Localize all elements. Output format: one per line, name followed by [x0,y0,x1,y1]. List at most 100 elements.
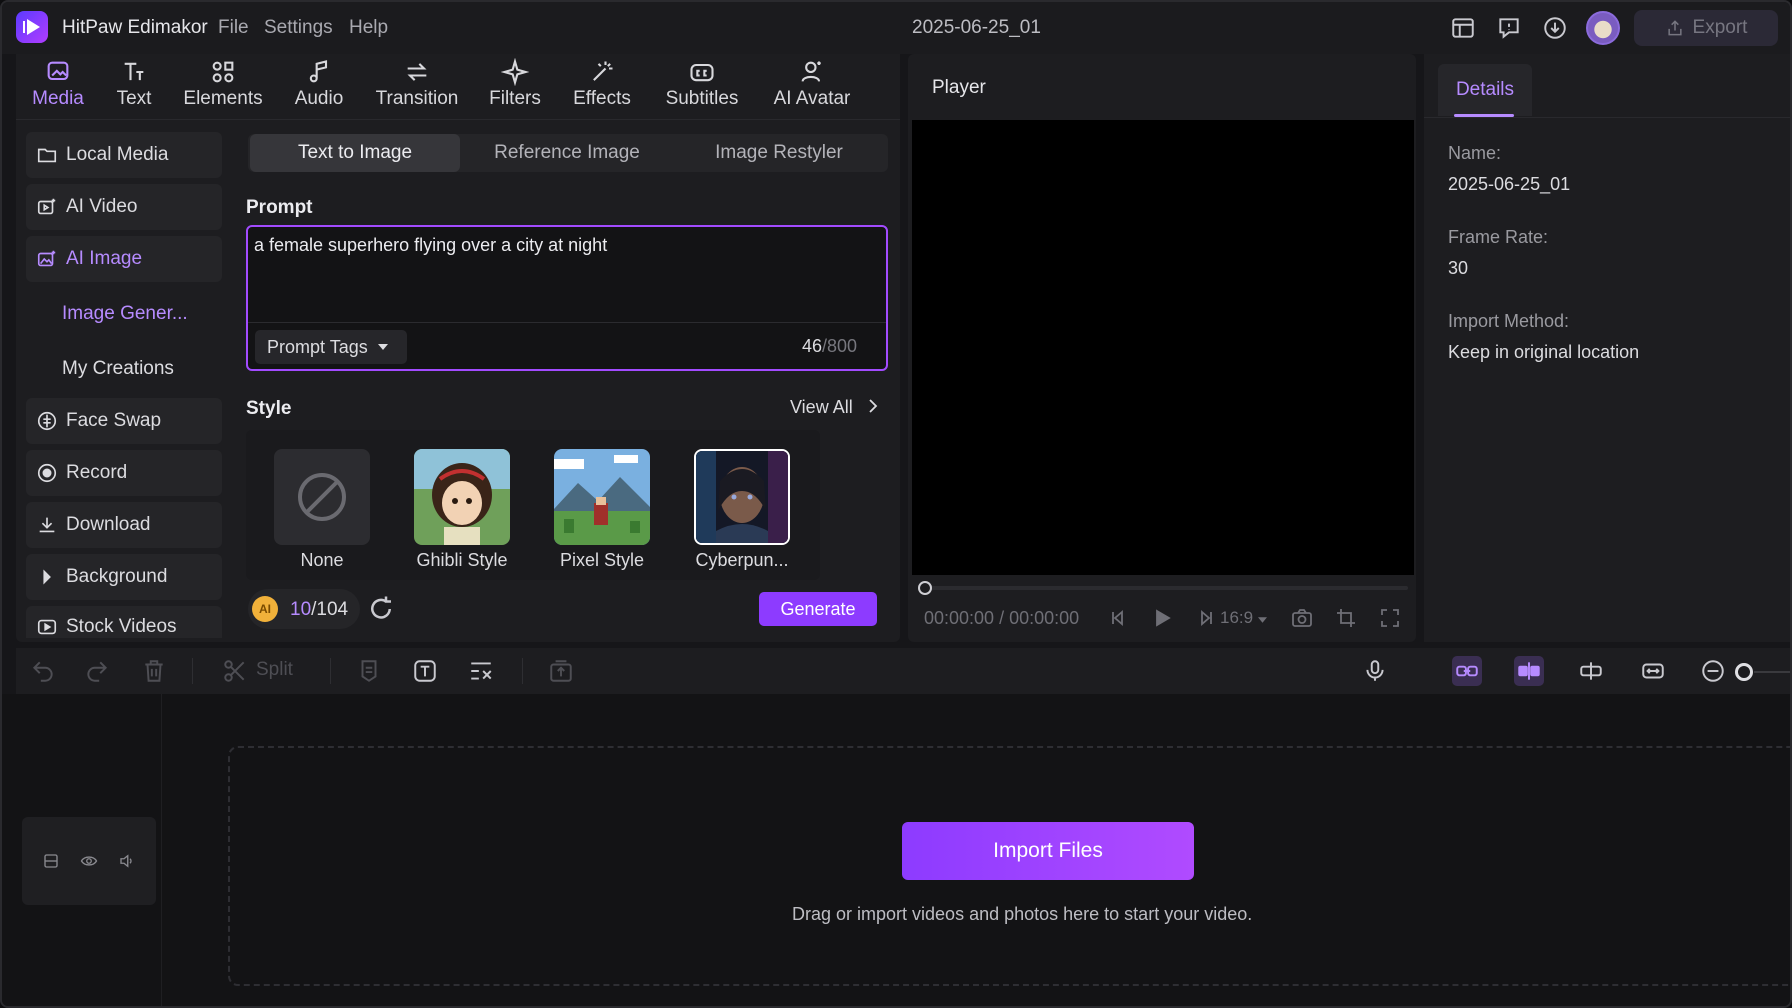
track-visibility-icon[interactable] [80,852,98,875]
import-files-button[interactable]: Import Files [902,822,1194,880]
zoom-slider-track[interactable] [1754,671,1790,673]
name-label: Name: [1448,143,1502,163]
prompt-tags-label: Prompt Tags [267,336,368,357]
prompt-tags-dropdown[interactable]: Prompt Tags [255,330,407,364]
aspect-ratio-select[interactable]: 16:9 [1220,608,1267,628]
tab-audio[interactable]: Audio [288,58,350,116]
style-none-card[interactable] [274,449,370,545]
style-cyberpunk-card[interactable] [694,449,790,545]
prompt-label: Prompt [246,197,313,218]
prompt-char-max: /800 [822,336,858,356]
menu-help[interactable]: Help [349,17,388,39]
subtab-text-to-image[interactable]: Text to Image [250,134,460,172]
app-name: HitPaw Edimakor [62,17,208,38]
prompt-char-count: 46 [802,336,823,356]
tab-media[interactable]: Media [26,58,90,116]
redo-icon[interactable] [82,656,112,686]
sidebar-item-my-creations[interactable]: My Creations [62,358,174,380]
menu-settings[interactable]: Settings [264,17,333,39]
snapshot-icon[interactable] [1290,606,1314,630]
split-label[interactable]: Split [256,659,293,681]
subtitles-icon [690,63,714,82]
player-current-time: 00:00:00 [924,608,995,628]
tab-media-label: Media [32,88,84,109]
frame-rate-value: 30 [1448,258,1469,278]
divider [522,658,523,684]
sidebar-item-image-generator[interactable]: Image Gener... [62,303,188,325]
sidebar-item-download[interactable]: Download [26,502,222,548]
drop-hint-text: Drag or import videos and photos here to… [792,904,1253,924]
layout-icon[interactable] [1448,14,1478,42]
prev-frame-icon[interactable] [1106,606,1130,630]
zoom-out-icon[interactable] [1698,656,1728,686]
player-scrubber[interactable] [920,586,1408,590]
delete-icon[interactable] [139,656,169,686]
download-circle-icon[interactable] [1540,14,1570,42]
subtab-image-restyler[interactable]: Image Restyler [674,134,884,172]
feedback-icon[interactable] [1494,14,1524,42]
tab-audio-label: Audio [294,88,344,109]
sidebar-item-record[interactable]: Record [26,450,222,496]
tab-transition[interactable]: Transition [370,58,464,116]
tab-elements[interactable]: Elements [180,58,266,116]
marker-icon[interactable] [354,656,384,686]
refresh-icon[interactable] [366,594,396,624]
tab-filters[interactable]: Filters [484,58,546,116]
next-frame-icon[interactable] [1194,606,1218,630]
tab-elements-label: Elements [183,88,263,109]
split-icon[interactable] [220,656,250,686]
transition-icon [407,63,427,81]
sidebar-item-local-media[interactable]: Local Media [26,132,222,178]
track-mute-icon[interactable] [118,852,136,875]
stock-video-icon [37,619,57,635]
style-pixel-card[interactable] [554,449,650,545]
fullscreen-icon[interactable] [1378,606,1402,630]
sidebar-item-stock-videos[interactable]: Stock Videos [26,606,222,638]
tab-details[interactable]: Details [1438,64,1532,116]
no-style-icon [298,473,346,521]
sidebar-item-face-swap[interactable]: Face Swap [26,398,222,444]
tab-underline [1454,114,1514,117]
chevron-down-icon [1257,617,1267,623]
app-logo-icon [16,11,48,43]
menu-file[interactable]: File [218,17,249,39]
zoom-slider-handle[interactable] [1735,663,1753,681]
generate-button[interactable]: Generate [759,592,877,626]
tab-effects-label: Effects [573,88,631,109]
crop-icon[interactable] [1334,606,1358,630]
export-clip-icon[interactable] [546,656,576,686]
export-button[interactable]: Export [1634,10,1778,46]
track-lock-icon[interactable] [42,852,60,875]
microphone-icon[interactable] [1360,656,1390,686]
scrubber-handle[interactable] [918,581,932,595]
view-all-link[interactable]: View All [790,397,878,418]
play-icon[interactable] [1150,606,1174,630]
player-canvas[interactable] [912,120,1414,575]
style-cyberpunk-label: Cyberpun... [695,550,789,570]
text-icon [124,62,144,81]
undo-icon[interactable] [28,656,58,686]
sidebar-item-background[interactable]: Background [26,554,222,600]
subtab-reference-image[interactable]: Reference Image [462,134,672,172]
avatar[interactable] [1586,11,1620,45]
prompt-value[interactable]: a female superhero flying over a city at… [254,235,607,256]
sidebar-item-label: Download [66,514,151,535]
download-icon [39,517,55,533]
link-clips-icon[interactable] [1452,656,1482,686]
fit-width-icon[interactable] [1638,656,1668,686]
ai-image-icon [37,250,56,267]
effects-icon [593,61,613,81]
trim-icon[interactable] [1576,656,1606,686]
tab-ai-avatar[interactable]: AI Avatar [764,58,860,116]
style-ghibli-card[interactable] [414,449,510,545]
tab-subtitles[interactable]: Subtitles [658,58,746,116]
sidebar-item-ai-image[interactable]: AI Image [26,236,222,282]
tab-effects[interactable]: Effects [566,58,638,116]
magnet-snap-icon[interactable] [1514,656,1544,686]
tab-text[interactable]: Text [106,58,162,116]
ai-coin-icon: AI [252,596,278,622]
add-text-icon[interactable] [410,656,440,686]
auto-cut-icon[interactable] [466,656,496,686]
sidebar-item-ai-video[interactable]: AI Video [26,184,222,230]
ai-avatar-icon [801,61,821,82]
